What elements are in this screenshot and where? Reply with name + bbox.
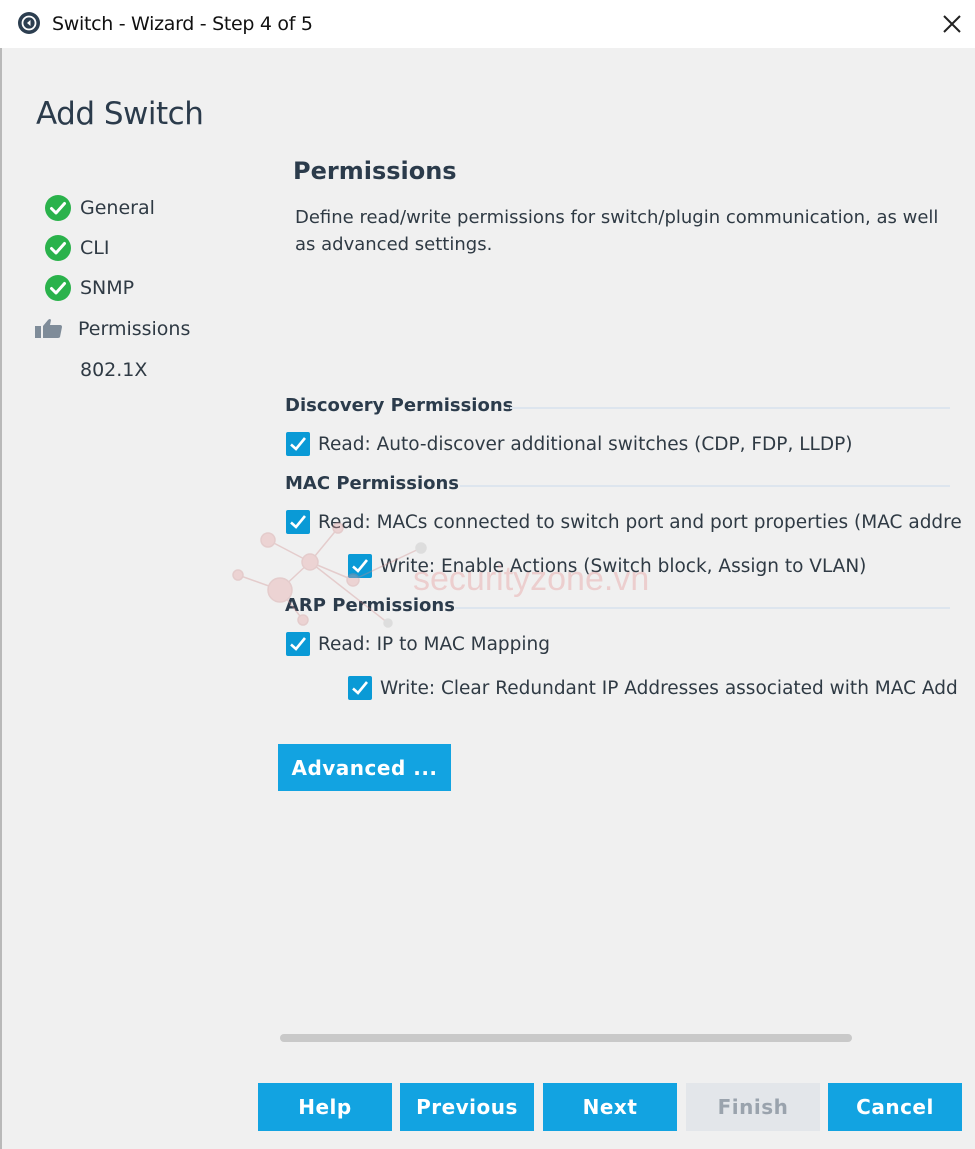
checkbox-label: Read: MACs connected to switch port and … — [318, 512, 961, 533]
divider — [460, 485, 950, 487]
mac-write-option: Write: Enable Actions (Switch block, Ass… — [348, 551, 961, 581]
step-label: SNMP — [80, 277, 135, 299]
page-title: Add Switch — [36, 96, 204, 132]
step-permissions: Permissions — [34, 311, 264, 345]
close-icon — [943, 15, 961, 33]
previous-button[interactable]: Previous — [400, 1083, 534, 1131]
group-title: Discovery Permissions — [285, 395, 514, 416]
mac-permissions-header: MAC Permissions — [285, 473, 965, 497]
checkmark-icon — [352, 559, 369, 573]
arp-write-option: Write: Clear Redundant IP Addresses asso… — [348, 673, 961, 703]
check-circle-icon — [45, 275, 71, 301]
arp-read-option: Read: IP to MAC Mapping — [286, 629, 966, 659]
title-bar: Switch - Wizard - Step 4 of 5 — [0, 0, 975, 48]
group-title: MAC Permissions — [285, 473, 460, 494]
section-title: Permissions — [293, 157, 457, 185]
mac-write-checkbox[interactable] — [348, 554, 372, 578]
step-cli: CLI — [34, 230, 264, 264]
step-8021x: 802.1X — [34, 352, 264, 386]
mac-read-option: Read: MACs connected to switch port and … — [286, 507, 961, 537]
step-snmp: SNMP — [34, 270, 264, 304]
checkmark-icon — [352, 681, 369, 695]
divider — [455, 607, 950, 609]
checkmark-icon — [290, 515, 307, 529]
window-title: Switch - Wizard - Step 4 of 5 — [52, 13, 313, 35]
horizontal-scrollbar[interactable] — [280, 1034, 852, 1042]
next-button[interactable]: Next — [543, 1083, 677, 1131]
checkmark-icon — [290, 637, 307, 651]
thumbs-up-icon — [35, 319, 62, 338]
checkbox-label: Read: IP to MAC Mapping — [318, 634, 551, 655]
check-circle-icon — [45, 235, 71, 261]
arp-write-checkbox[interactable] — [348, 676, 372, 700]
cancel-button[interactable]: Cancel — [828, 1083, 962, 1131]
step-label: Permissions — [78, 318, 191, 340]
finish-button: Finish — [686, 1083, 820, 1131]
checkbox-label: Read: Auto-discover additional switches … — [318, 434, 853, 455]
arp-read-checkbox[interactable] — [286, 632, 310, 656]
app-icon — [18, 12, 40, 34]
group-title: ARP Permissions — [285, 595, 455, 616]
checkmark-icon — [290, 437, 307, 451]
discovery-read-option: Read: Auto-discover additional switches … — [286, 429, 966, 459]
step-general: General — [34, 190, 264, 224]
step-label: General — [80, 197, 155, 219]
close-button[interactable] — [930, 4, 974, 44]
checkbox-label: Write: Clear Redundant IP Addresses asso… — [380, 678, 958, 699]
section-description: Define read/write permissions for switch… — [295, 207, 939, 255]
checkbox-label: Write: Enable Actions (Switch block, Ass… — [380, 556, 867, 577]
mac-read-checkbox[interactable] — [286, 510, 310, 534]
divider — [510, 407, 950, 409]
help-button[interactable]: Help — [258, 1083, 392, 1131]
discovery-permissions-header: Discovery Permissions — [285, 395, 965, 419]
step-label: CLI — [80, 237, 110, 259]
check-circle-icon — [45, 195, 71, 221]
step-label: 802.1X — [80, 359, 148, 381]
discovery-read-checkbox[interactable] — [286, 432, 310, 456]
advanced-button[interactable]: Advanced ... — [278, 744, 451, 791]
arp-permissions-header: ARP Permissions — [285, 595, 965, 619]
